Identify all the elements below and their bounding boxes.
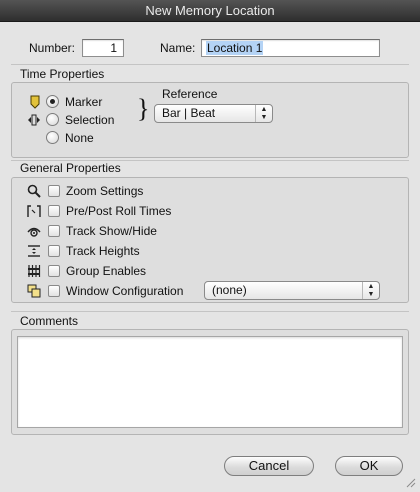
reference-value: Bar | Beat [162,106,216,120]
ok-button[interactable]: OK [335,456,403,476]
reference-label: Reference [162,87,218,101]
pre-post-roll-label: Pre/Post Roll Times [66,204,172,218]
number-label: Number: [29,41,76,55]
number-field[interactable]: 1 [82,39,124,57]
track-show-hide-label: Track Show/Hide [66,224,157,238]
cancel-button[interactable]: Cancel [224,456,314,476]
resize-grip-icon[interactable] [406,478,416,488]
window-config-checkbox[interactable] [48,285,60,297]
comments-title: Comments [20,314,79,328]
window-config-popup[interactable]: (none) ▲ ▼ [204,281,380,300]
window-config-value: (none) [212,283,247,297]
reference-popup[interactable]: Bar | Beat ▲ ▼ [154,104,273,123]
name-value: Location 1 [206,41,264,55]
none-radio[interactable] [46,131,59,144]
dialog-body: Number: 1 Name: Location 1 Time Properti… [0,22,420,492]
track-show-hide-checkbox[interactable] [48,225,60,237]
track-heights-checkbox[interactable] [48,245,60,257]
group-enables-checkbox[interactable] [48,265,60,277]
window-title: New Memory Location [0,0,420,22]
selection-label: Selection [65,113,115,127]
track-heights-label: Track Heights [66,244,140,258]
marker-icon [30,95,40,109]
separator [11,311,409,312]
name-label: Name: [160,41,196,55]
popup-arrows-icon: ▲ ▼ [362,282,379,299]
pre-post-roll-checkbox[interactable] [48,205,60,217]
track-heights-icon [28,245,40,257]
zoom-settings-label: Zoom Settings [66,184,144,198]
selection-icon [28,114,40,126]
window-config-icon [27,284,41,298]
name-field[interactable]: Location 1 [201,39,380,57]
magnifier-icon [27,184,41,198]
selection-radio[interactable] [46,113,59,126]
eye-icon [27,227,41,237]
separator [11,64,409,65]
marker-radio[interactable] [46,95,59,108]
preroll-icon [27,205,41,217]
marker-label: Marker [65,95,103,109]
time-properties-title: Time Properties [20,67,105,81]
general-properties-title: General Properties [20,161,121,175]
comments-field[interactable] [17,336,403,428]
group-enables-icon [28,265,41,277]
zoom-settings-checkbox[interactable] [48,185,60,197]
group-enables-label: Group Enables [66,264,147,278]
none-label: None [65,131,94,145]
popup-arrows-icon: ▲ ▼ [255,105,272,122]
reference-brace: } [137,94,150,123]
window-config-label: Window Configuration [66,284,184,298]
